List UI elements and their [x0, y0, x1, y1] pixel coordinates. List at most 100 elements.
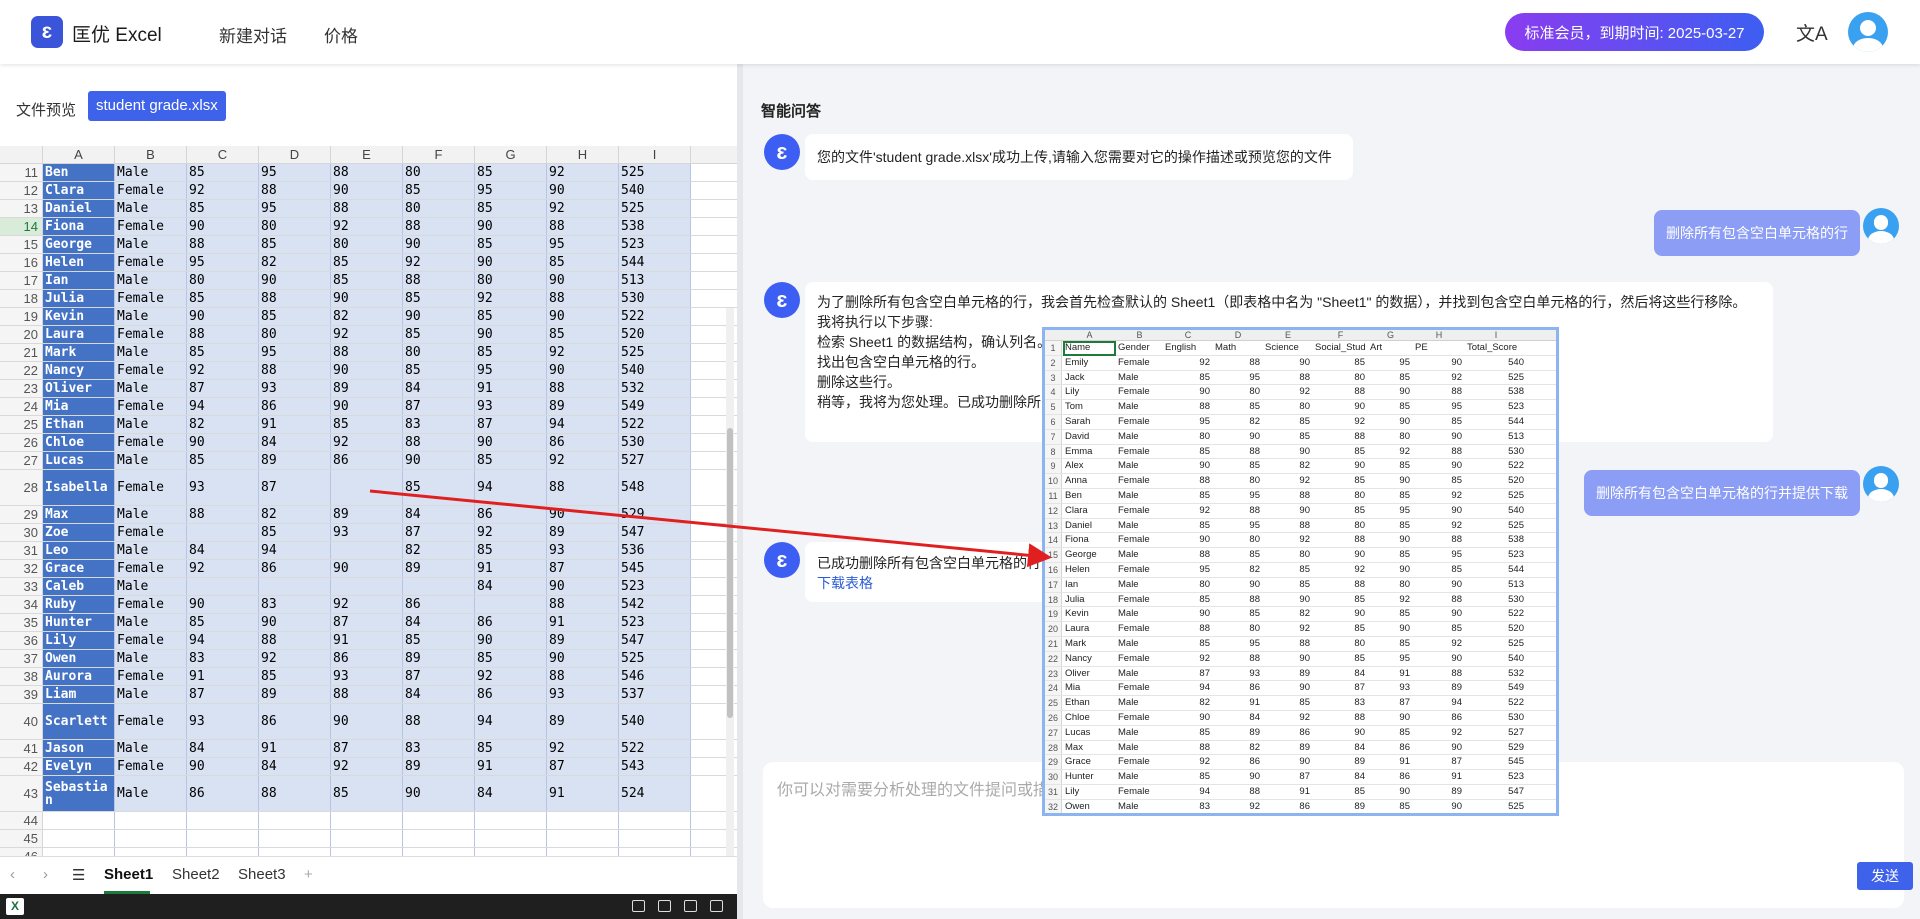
- row-number[interactable]: 30: [0, 524, 43, 541]
- page-layout-icon[interactable]: [658, 900, 671, 912]
- row-number[interactable]: 29: [0, 506, 43, 523]
- table-cell[interactable]: Nancy: [43, 362, 115, 379]
- table-cell[interactable]: 85: [187, 614, 259, 631]
- column-header-e[interactable]: E: [331, 146, 403, 164]
- column-header-g[interactable]: G: [475, 146, 547, 164]
- table-cell[interactable]: 91: [331, 632, 403, 649]
- table-cell[interactable]: 93: [475, 398, 547, 415]
- table-cell[interactable]: 88: [187, 506, 259, 523]
- table-cell[interactable]: 84: [259, 434, 331, 451]
- row-number[interactable]: 25: [0, 416, 43, 433]
- translate-icon[interactable]: 文A: [1796, 19, 1828, 46]
- table-cell[interactable]: 86: [475, 506, 547, 523]
- row-number[interactable]: 34: [0, 596, 43, 613]
- row-number[interactable]: 26: [0, 434, 43, 451]
- table-cell[interactable]: 89: [403, 650, 475, 667]
- table-cell[interactable]: 87: [403, 398, 475, 415]
- send-button[interactable]: 发送: [1857, 862, 1913, 890]
- table-cell[interactable]: 90: [331, 704, 403, 739]
- table-cell[interactable]: [619, 812, 691, 829]
- table-cell[interactable]: Julia: [43, 290, 115, 307]
- table-cell[interactable]: 87: [475, 416, 547, 433]
- table-cell[interactable]: 94: [475, 704, 547, 739]
- table-cell[interactable]: 90: [331, 182, 403, 199]
- row-number[interactable]: 22: [0, 362, 43, 379]
- table-cell[interactable]: 90: [331, 398, 403, 415]
- row-number[interactable]: 43: [0, 776, 43, 811]
- table-cell[interactable]: 548: [619, 470, 691, 505]
- table-cell[interactable]: 90: [187, 758, 259, 775]
- row-number[interactable]: 38: [0, 668, 43, 685]
- table-cell[interactable]: 88: [259, 182, 331, 199]
- table-cell[interactable]: 85: [187, 344, 259, 361]
- table-cell[interactable]: 86: [331, 452, 403, 469]
- table-cell[interactable]: 93: [187, 470, 259, 505]
- membership-badge[interactable]: 标准会员，到期时间: 2025-03-27: [1505, 13, 1764, 51]
- table-cell[interactable]: Fiona: [43, 218, 115, 235]
- table-cell[interactable]: [331, 812, 403, 829]
- nav-pricing[interactable]: 价格: [324, 22, 358, 47]
- table-cell[interactable]: 93: [187, 704, 259, 739]
- table-cell[interactable]: 527: [619, 452, 691, 469]
- table-cell[interactable]: Female: [115, 470, 187, 505]
- table-cell[interactable]: 85: [259, 668, 331, 685]
- table-cell[interactable]: [547, 830, 619, 847]
- table-cell[interactable]: 85: [475, 308, 547, 325]
- table-cell[interactable]: 92: [187, 362, 259, 379]
- table-cell[interactable]: 93: [259, 380, 331, 397]
- table-cell[interactable]: 85: [403, 362, 475, 379]
- table-cell[interactable]: 88: [547, 290, 619, 307]
- table-cell[interactable]: [259, 578, 331, 595]
- table-cell[interactable]: 93: [547, 686, 619, 703]
- table-cell[interactable]: 87: [547, 758, 619, 775]
- row-number[interactable]: 35: [0, 614, 43, 631]
- table-cell[interactable]: 88: [547, 380, 619, 397]
- row-number[interactable]: 40: [0, 704, 43, 739]
- table-cell[interactable]: 87: [259, 470, 331, 505]
- table-cell[interactable]: Female: [115, 182, 187, 199]
- column-header-h[interactable]: H: [547, 146, 619, 164]
- table-cell[interactable]: 92: [547, 164, 619, 181]
- row-number[interactable]: 21: [0, 344, 43, 361]
- table-cell[interactable]: 80: [403, 164, 475, 181]
- table-cell[interactable]: [187, 830, 259, 847]
- table-cell[interactable]: [115, 812, 187, 829]
- table-cell[interactable]: 85: [331, 776, 403, 811]
- table-cell[interactable]: 90: [547, 650, 619, 667]
- row-number[interactable]: 18: [0, 290, 43, 307]
- table-cell[interactable]: [331, 470, 403, 505]
- row-number[interactable]: 36: [0, 632, 43, 649]
- table-cell[interactable]: 88: [331, 200, 403, 217]
- table-cell[interactable]: Owen: [43, 650, 115, 667]
- row-number[interactable]: 32: [0, 560, 43, 577]
- row-number[interactable]: 28: [0, 470, 43, 505]
- table-cell[interactable]: Scarlett: [43, 704, 115, 739]
- table-cell[interactable]: 85: [475, 740, 547, 757]
- table-cell[interactable]: 88: [547, 668, 619, 685]
- table-cell[interactable]: [331, 542, 403, 559]
- table-cell[interactable]: Male: [115, 308, 187, 325]
- table-cell[interactable]: 85: [187, 200, 259, 217]
- table-cell[interactable]: Clara: [43, 182, 115, 199]
- table-cell[interactable]: 85: [475, 452, 547, 469]
- table-cell[interactable]: [187, 848, 259, 856]
- table-cell[interactable]: Female: [115, 218, 187, 235]
- table-cell[interactable]: 89: [547, 632, 619, 649]
- table-cell[interactable]: Male: [115, 272, 187, 289]
- logo-icon[interactable]: ɛ: [31, 16, 63, 48]
- table-cell[interactable]: 89: [547, 704, 619, 739]
- table-cell[interactable]: 94: [187, 398, 259, 415]
- row-number[interactable]: 12: [0, 182, 43, 199]
- table-cell[interactable]: 92: [403, 254, 475, 271]
- table-cell[interactable]: 94: [475, 470, 547, 505]
- table-cell[interactable]: 523: [619, 236, 691, 253]
- table-cell[interactable]: 88: [547, 470, 619, 505]
- table-cell[interactable]: Male: [115, 542, 187, 559]
- table-cell[interactable]: Liam: [43, 686, 115, 703]
- table-cell[interactable]: 85: [475, 344, 547, 361]
- table-cell[interactable]: 90: [259, 272, 331, 289]
- column-header-a[interactable]: A: [43, 146, 115, 164]
- table-cell[interactable]: 88: [331, 344, 403, 361]
- table-cell[interactable]: Caleb: [43, 578, 115, 595]
- table-cell[interactable]: 82: [187, 416, 259, 433]
